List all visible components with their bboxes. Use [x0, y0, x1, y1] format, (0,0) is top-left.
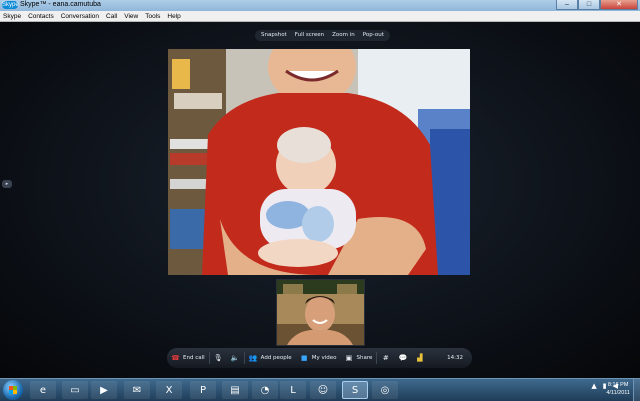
full-screen-button[interactable]: Full screen — [292, 30, 327, 41]
end-call-label: End call — [183, 355, 205, 361]
zoom-in-button[interactable]: Zoom in — [329, 30, 358, 41]
show-hidden-icons-button[interactable]: ▲ — [591, 382, 596, 390]
menu-conversation[interactable]: Conversation — [58, 13, 103, 20]
add-people-icon: 👥 — [248, 353, 258, 362]
close-button[interactable]: ✕ — [600, 0, 638, 10]
microphone-icon: 🎙 — [213, 353, 223, 362]
call-area: Snapshot Full screen Zoom in Pop-out ▸ ☎… — [0, 22, 640, 378]
folder-taskbar-button[interactable]: ▭ — [62, 381, 88, 399]
skype-icon: S — [351, 384, 359, 396]
end-call-button[interactable]: ☎ End call — [167, 354, 209, 363]
powerpoint-icon: P — [199, 384, 207, 396]
share-icon: ▣ — [345, 353, 353, 362]
skype-taskbar-button[interactable]: S — [342, 381, 368, 399]
menu-call[interactable]: Call — [103, 13, 121, 20]
window-controls: – □ ✕ — [556, 0, 638, 11]
speaker-icon: 🔈 — [230, 353, 240, 362]
remote-video-frame — [168, 49, 470, 275]
menu-help[interactable]: Help — [164, 13, 184, 20]
excel-icon: X — [165, 384, 173, 396]
show-desktop-button[interactable] — [633, 379, 640, 401]
my-video-button[interactable]: ■ My video — [296, 354, 341, 363]
media-player-taskbar-button[interactable]: ▶ — [91, 381, 117, 399]
menu-skype[interactable]: Skype — [0, 13, 25, 20]
clock-date: 4/11/2011 — [606, 390, 630, 396]
start-button[interactable] — [3, 380, 23, 400]
paint-taskbar-button[interactable]: ◔ — [252, 381, 278, 399]
outlook-taskbar-button[interactable]: ✉ — [124, 381, 150, 399]
call-controls-bar: ☎ End call 🎙 🔈 👥 Add people ■ My video ▣… — [167, 348, 472, 368]
maximize-button[interactable]: □ — [578, 0, 600, 10]
add-people-button[interactable]: 👥 Add people — [245, 354, 296, 363]
minimize-button[interactable]: – — [556, 0, 578, 10]
paint-icon: ◔ — [260, 384, 270, 396]
document-taskbar-button[interactable]: ▤ — [222, 381, 248, 399]
add-people-label: Add people — [260, 355, 292, 361]
excel-taskbar-button[interactable]: X — [156, 381, 182, 399]
remote-video — [168, 49, 470, 275]
self-video-preview — [276, 279, 365, 346]
chat-button[interactable]: 💬 — [394, 354, 411, 363]
folder-icon: ▭ — [70, 384, 80, 396]
outlook-icon: ✉ — [132, 384, 142, 396]
document-icon: ▤ — [230, 384, 240, 396]
windows-logo-icon — [9, 386, 17, 394]
firefox-icon: ◎ — [380, 384, 390, 396]
my-video-label: My video — [311, 355, 337, 361]
chat-bubble-icon: 💬 — [398, 353, 408, 362]
skype-logo: Skype — [2, 1, 19, 9]
powerpoint-taskbar-button[interactable]: P — [190, 381, 216, 399]
dial-pad-button[interactable]: # — [377, 354, 394, 363]
menu-bar: Skype Contacts Conversation Call View To… — [0, 11, 640, 22]
video-camera-icon: ■ — [300, 353, 308, 362]
self-video-frame — [277, 280, 364, 345]
video-toolbar: Snapshot Full screen Zoom in Pop-out — [255, 30, 390, 41]
call-duration: 14:32 — [447, 355, 463, 361]
window-title: Skype™ - eana.camutuba — [20, 1, 101, 8]
snapshot-button[interactable]: Snapshot — [258, 30, 290, 41]
lync-icon: L — [290, 384, 296, 396]
signal-bars-icon: ▟ — [417, 353, 423, 362]
volume-button[interactable]: 🔈 — [227, 354, 244, 363]
lync-taskbar-button[interactable]: L — [280, 381, 306, 399]
internet-explorer-icon: e — [39, 384, 47, 396]
menu-contacts[interactable]: Contacts — [25, 13, 58, 20]
clock[interactable]: 8:16 PM 4/11/2011 — [606, 381, 630, 397]
messenger-icon: ☺ — [317, 384, 329, 396]
share-button[interactable]: ▣ Share — [340, 354, 376, 363]
messenger-taskbar-button[interactable]: ☺ — [310, 381, 336, 399]
clock-time: 8:16 PM — [607, 382, 629, 388]
taskbar: e ▭ ▶ ✉ X P ▤ ◔ L ☺ S ◎ ▲ ▮ ◀ 8:16 PM 4/11/2011 — [0, 378, 640, 401]
share-label: Share — [356, 355, 373, 361]
pop-out-button[interactable]: Pop-out — [360, 30, 387, 41]
menu-tools[interactable]: Tools — [142, 13, 164, 20]
call-quality-button[interactable]: ▟ — [411, 354, 428, 363]
media-player-icon: ▶ — [100, 384, 108, 396]
dial-pad-icon: # — [382, 353, 389, 362]
phone-hangup-icon: ☎ — [171, 353, 180, 362]
menu-view[interactable]: View — [121, 13, 142, 20]
firefox-taskbar-button[interactable]: ◎ — [372, 381, 398, 399]
internet-explorer-taskbar-button[interactable]: e — [30, 381, 56, 399]
title-bar: Skype Skype™ - eana.camutuba – □ ✕ — [0, 0, 640, 11]
mute-button[interactable]: 🎙 — [210, 354, 227, 363]
show-contacts-icon[interactable]: ▸ — [2, 180, 12, 188]
